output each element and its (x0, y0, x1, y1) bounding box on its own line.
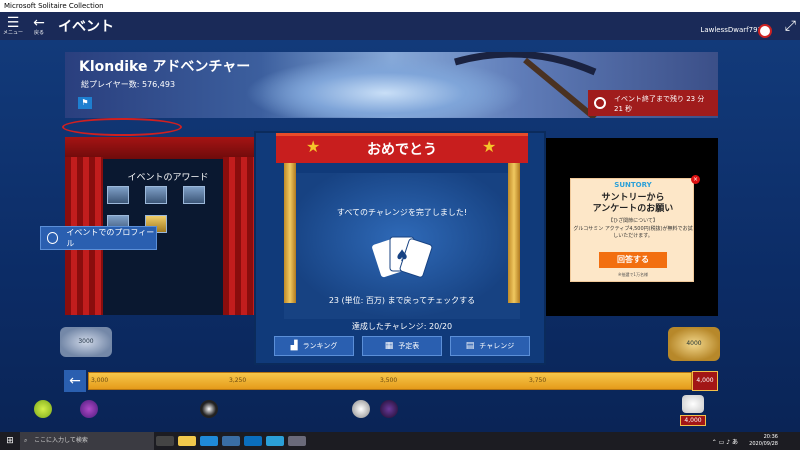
svg-text:♠: ♠ (395, 246, 409, 265)
store-icon[interactable] (222, 436, 240, 446)
scroll-left-button[interactable]: ← (64, 370, 86, 392)
stopwatch-icon (594, 97, 606, 109)
back-label: 戻る (33, 29, 44, 36)
event-title: Klondike アドベンチャー (79, 59, 251, 75)
all-challenges-complete: すべてのチャレンジを完了しました! (336, 208, 468, 217)
search-placeholder: ここに入力して検索 (34, 437, 88, 444)
cards-icon: ♠ (372, 236, 433, 278)
progress-tick-label: 3,000 (91, 377, 109, 384)
username[interactable]: LawlessDwarf791 (700, 26, 762, 34)
star-icon: ★ (482, 137, 497, 156)
schedule-label: 予定表 (398, 342, 420, 350)
window-titlebar: Microsoft Solitaire Collection (0, 0, 800, 12)
person-icon (47, 232, 59, 244)
event-profile-label: イベントでのプロフィール (66, 228, 155, 248)
system-tray-icons[interactable]: ⌃ ▭ ♪ あ (712, 437, 738, 446)
goal-value: 4,000 (680, 415, 706, 426)
back-arrow-icon: ← (33, 14, 45, 31)
file-explorer-icon[interactable] (178, 436, 196, 446)
back-button[interactable]: ← 戻る (26, 12, 52, 40)
ranking-label: ランキング (302, 342, 338, 350)
ranking-button[interactable]: ▟ ランキング (274, 336, 354, 356)
menu-label: メニュー (2, 29, 23, 36)
fullscreen-icon[interactable]: ⤢ (785, 18, 796, 34)
player-marker[interactable] (380, 400, 398, 418)
challenge-label: チャレンジ (479, 342, 515, 350)
challenges-completed: 達成したチャレンジ: 20/20 (351, 322, 453, 331)
pickaxe-icon (454, 52, 597, 118)
event-page: Klondike アドベンチャー 総プレイヤー数: 576,493 ⚑ イベント… (0, 40, 800, 432)
event-profile-button[interactable]: イベントでのプロフィール (40, 226, 157, 250)
solitaire-icon[interactable] (288, 436, 306, 446)
taskbar-clock[interactable]: 20:36 2020/09/28 (749, 434, 778, 448)
player-marker[interactable] (200, 400, 218, 418)
event-timer: イベント終了まで残り 23 分 21 秒 (588, 90, 718, 116)
progress-tick-label: 3,250 (229, 377, 247, 384)
ad-subhead: 【ひざ関節について】 (608, 218, 658, 224)
ad-promo: グルコサミン アクティブ4,500円(税抜)が無料でお試しいただけます。 (573, 226, 693, 239)
award-badge[interactable] (107, 186, 129, 204)
mail-icon[interactable] (244, 436, 262, 446)
flag-icon[interactable]: ⚑ (78, 97, 92, 109)
progress-end-value: 4,000 (692, 371, 718, 391)
ad-headline: サントリーから アンケートのお願い (592, 193, 674, 214)
congrats-dialog: おめでとう ★ ★ すべてのチャレンジを完了しました! ♠ 23 (単位: 百万… (254, 131, 546, 365)
challenge-icon: ▤ (465, 341, 475, 351)
page-title: イベント (58, 19, 114, 35)
check-back-text: 23 (単位: 百万) まで戻ってチェックする (328, 296, 476, 305)
schedule-button[interactable]: ▦ 予定表 (362, 336, 442, 356)
menu-button[interactable]: ☰ メニュー (0, 12, 26, 40)
search-icon: ⌕ (24, 437, 28, 444)
player-marker[interactable] (34, 400, 52, 418)
event-banner: Klondike アドベンチャー 総プレイヤー数: 576,493 ⚑ イベント… (65, 52, 718, 118)
score-progress-bar: 3,000 3,250 3,500 3,750 (88, 372, 692, 390)
timer-text: イベント終了まで残り 23 分 21 秒 (614, 95, 705, 113)
start-milestone-badge[interactable]: 3000 (60, 327, 112, 357)
scroll-pillar-right (508, 155, 520, 303)
hamburger-icon: ☰ (6, 14, 20, 31)
player-marker[interactable] (352, 400, 370, 418)
progress-tick-label: 3,500 (380, 377, 398, 384)
challenge-button[interactable]: ▤ チャレンジ (450, 336, 530, 356)
scroll-pillar-left (284, 155, 296, 303)
ad-close-icon[interactable]: × (691, 175, 700, 184)
edge-icon[interactable] (200, 436, 218, 446)
windows-taskbar: ⊞ ⌕ ここに入力して検索 ⌃ ▭ ♪ あ 20:36 2020/09/28 (0, 432, 800, 450)
app-icon[interactable] (266, 436, 284, 446)
ad-note: ※抽選で1万名様 (618, 272, 648, 277)
curtain-valance (65, 137, 261, 159)
award-badge[interactable] (145, 186, 167, 204)
player-avatar-icon (682, 395, 704, 413)
ad-brand: SUNTORY (614, 181, 652, 189)
total-players: 総プレイヤー数: 576,493 (81, 80, 176, 89)
app-header: ☰ メニュー ← 戻る イベント LawlessDwarf791 ⤢ (0, 12, 800, 40)
award-badge[interactable] (183, 186, 205, 204)
annotation-oval (62, 118, 182, 136)
awards-title: イベントのアワード (127, 173, 209, 183)
current-player-marker[interactable]: 4,000 (680, 395, 706, 427)
clock-date: 2020/09/28 (749, 441, 778, 447)
clock-time: 20:36 (763, 434, 778, 440)
progress-tick-label: 3,750 (529, 377, 547, 384)
task-view-icon[interactable] (156, 436, 174, 446)
calendar-icon: ▦ (384, 341, 394, 351)
star-icon: ★ (306, 137, 321, 156)
avatar[interactable] (758, 24, 772, 38)
player-marker[interactable] (80, 400, 98, 418)
next-milestone-badge[interactable]: 4000 (668, 327, 720, 361)
podium-icon: ▟ (290, 341, 298, 351)
advertisement[interactable]: SUNTORY サントリーから アンケートのお願い 【ひざ関節について】 グルコ… (570, 178, 694, 282)
taskbar-search-input[interactable]: ⌕ ここに入力して検索 (20, 432, 154, 450)
ad-answer-button[interactable]: 回答する (599, 252, 667, 268)
windows-start-icon[interactable]: ⊞ (0, 436, 20, 446)
